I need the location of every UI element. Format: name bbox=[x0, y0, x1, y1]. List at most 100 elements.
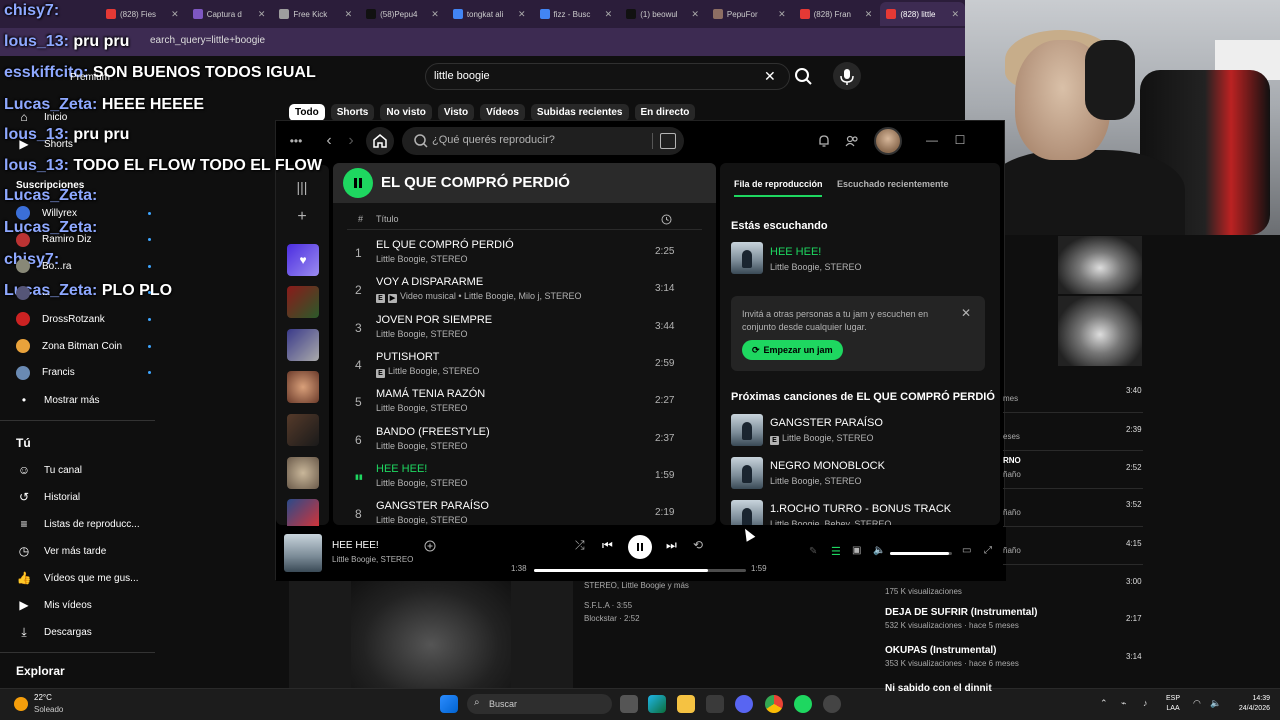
browser-tab[interactable]: (828) Fies ✕ bbox=[100, 2, 185, 26]
tab-close-icon[interactable]: ✕ bbox=[258, 9, 266, 20]
library-item[interactable] bbox=[287, 371, 319, 403]
tab-recently-played[interactable]: Escuchado recientemente bbox=[837, 179, 949, 189]
start-windows-icon[interactable] bbox=[440, 695, 458, 713]
close-icon[interactable]: ✕ bbox=[961, 306, 971, 320]
track-artist[interactable]: Little Boogie, STEREO bbox=[376, 515, 468, 525]
sidebar-item[interactable]: ↺ Historial bbox=[16, 489, 151, 505]
file-explorer-icon[interactable] bbox=[677, 695, 695, 713]
forward-arrow-icon[interactable]: › bbox=[344, 131, 358, 151]
progress-bar[interactable] bbox=[534, 569, 746, 572]
track-artist[interactable]: Little Boogie, STEREO bbox=[376, 441, 468, 451]
tray-volume-icon[interactable]: 🔈 bbox=[1210, 698, 1221, 709]
filter-chip[interactable]: En directo bbox=[634, 104, 696, 121]
shuffle-icon[interactable]: ⤮ bbox=[575, 538, 585, 553]
tab-close-icon[interactable]: ✕ bbox=[778, 9, 786, 20]
friends-activity-icon[interactable] bbox=[844, 133, 860, 149]
browser-tab[interactable]: Captura d ✕ bbox=[187, 2, 272, 26]
add-to-playlist-icon[interactable] bbox=[424, 540, 436, 555]
fullscreen-icon[interactable]: ⤢ bbox=[984, 545, 992, 556]
track-artist[interactable]: Little Boogie, STEREO bbox=[376, 329, 468, 339]
tab-close-icon[interactable]: ✕ bbox=[431, 9, 439, 20]
track-row[interactable]: 8 GANGSTER PARAÍSO Little Boogie, STEREO 2:… bbox=[333, 496, 716, 525]
result-item[interactable]: Ni sabido con el dinnit bbox=[885, 683, 1145, 694]
tray-chevron-icon[interactable]: ⌃ bbox=[1100, 698, 1108, 709]
sidebar-item[interactable]: Bo...ra bbox=[16, 259, 151, 274]
you-header[interactable]: Tú bbox=[16, 436, 31, 450]
track-title[interactable]: HEE HEE! bbox=[376, 463, 427, 475]
tab-close-icon[interactable]: ✕ bbox=[518, 9, 526, 20]
sidebar-item[interactable]: DrossRotzank bbox=[16, 312, 151, 327]
track-artist[interactable]: Little Boogie, STEREO bbox=[376, 403, 468, 413]
address-bar[interactable] bbox=[0, 28, 965, 56]
track-title[interactable]: JOVEN POR SIEMPRE bbox=[376, 314, 492, 326]
clear-search-icon[interactable]: ✕ bbox=[764, 68, 776, 85]
minimize-icon[interactable]: — bbox=[926, 133, 938, 147]
youtube-search-button[interactable] bbox=[790, 63, 820, 90]
lyrics-icon[interactable]: ✎ bbox=[809, 546, 817, 557]
track-row[interactable]: 5 MAMÁ TENIA RAZÓN Little Boogie, STEREO 2:… bbox=[333, 384, 716, 421]
browser-tab[interactable]: PepuFor ✕ bbox=[707, 2, 792, 26]
track-artist[interactable]: Little Boogie, STEREO bbox=[388, 366, 480, 376]
queue-title[interactable]: NEGRO MONOBLOCK bbox=[770, 460, 885, 472]
result-title[interactable]: Ni sabido con el dinnit bbox=[885, 683, 1145, 694]
queue-artist[interactable]: Little Boogie, STEREO bbox=[770, 476, 862, 486]
filter-chip[interactable]: Shorts bbox=[330, 104, 375, 121]
store-icon[interactable] bbox=[706, 695, 724, 713]
sidebar-item[interactable]: Zona Bitman Coin bbox=[16, 339, 151, 353]
tray-mic-icon[interactable]: ♪ bbox=[1143, 698, 1148, 708]
filter-chip[interactable]: Subidas recientes bbox=[530, 104, 629, 121]
youtube-search-input[interactable]: little boogie bbox=[434, 70, 490, 82]
miniplayer-icon[interactable]: ▭ bbox=[962, 545, 971, 556]
settings-icon[interactable] bbox=[823, 695, 841, 713]
sidebar-item[interactable]: ≡ Listas de reproducc... bbox=[16, 516, 151, 532]
now-listening-title[interactable]: HEE HEE! bbox=[770, 246, 821, 258]
track-artist[interactable]: Little Boogie, STEREO bbox=[376, 254, 468, 264]
sidebar-item[interactable]: ▶ Mis vídeos bbox=[16, 597, 151, 613]
library-item[interactable] bbox=[287, 457, 319, 489]
library-item[interactable] bbox=[287, 414, 319, 446]
result-thumbnail[interactable] bbox=[1058, 236, 1142, 294]
tray-network-icon[interactable]: ⌁ bbox=[1121, 698, 1126, 709]
queue-cover[interactable] bbox=[731, 414, 763, 446]
result-title[interactable]: DEJA DE SUFRIR (Instrumental) bbox=[885, 607, 1145, 618]
repeat-icon[interactable]: ⟲ bbox=[693, 538, 703, 552]
discord-icon[interactable] bbox=[735, 695, 753, 713]
now-playing-cover[interactable] bbox=[284, 534, 322, 572]
volume-slider[interactable] bbox=[890, 552, 952, 555]
track-title[interactable]: PUTISHORT bbox=[376, 351, 439, 363]
queue-icon[interactable]: ☰ bbox=[831, 545, 841, 558]
queue-title[interactable]: GANGSTER PARAÍSO bbox=[770, 417, 883, 429]
track-row[interactable]: 3 JOVEN POR SIEMPRE Little Boogie, STEREO 3… bbox=[333, 310, 716, 347]
result-thumbnail[interactable] bbox=[1058, 296, 1142, 366]
browser-tab[interactable]: Free Kick ✕ bbox=[273, 2, 358, 26]
now-listening-artist[interactable]: Little Boogie, STEREO bbox=[770, 262, 862, 272]
sidebar-item[interactable]: ◷ Ver más tarde bbox=[16, 543, 151, 559]
maximize-icon[interactable]: ☐ bbox=[954, 133, 966, 147]
column-title-header[interactable]: Título bbox=[376, 214, 399, 224]
result-item[interactable]: DEJA DE SUFRIR (Instrumental) 532 K visua… bbox=[885, 607, 1145, 630]
weather-condition[interactable]: Soleado bbox=[34, 705, 63, 714]
pause-button[interactable] bbox=[343, 168, 373, 198]
tab-close-icon[interactable]: ✕ bbox=[171, 9, 179, 20]
address-url[interactable]: earch_query=little+boogie bbox=[150, 35, 265, 46]
now-playing-title[interactable]: HEE HEE! bbox=[332, 540, 379, 551]
tab-close-icon[interactable]: ✕ bbox=[865, 9, 873, 20]
browser-tab[interactable]: (58)Pepu4 ✕ bbox=[360, 2, 445, 26]
tab-close-icon[interactable]: ✕ bbox=[951, 9, 959, 20]
library-item[interactable] bbox=[287, 286, 319, 318]
track-row[interactable]: 2 VOY A DISPARARME E ▶ Video musical • Littl… bbox=[333, 272, 716, 309]
spotify-icon[interactable] bbox=[794, 695, 812, 713]
result-item[interactable]: 175 K visualizaciones bbox=[885, 584, 1145, 596]
result-title[interactable]: OKUPAS (Instrumental) bbox=[885, 645, 1145, 656]
volume-icon[interactable]: 🔈 bbox=[873, 545, 885, 556]
sidebar-item[interactable]: • Mostrar más bbox=[16, 392, 151, 408]
queue-artist[interactable]: Little Boogie, STEREO bbox=[782, 433, 874, 443]
weather-sun-icon[interactable] bbox=[14, 697, 28, 711]
more-options-icon[interactable]: ••• bbox=[288, 133, 304, 149]
filter-chip[interactable]: Todo bbox=[289, 104, 325, 121]
task-view-icon[interactable] bbox=[620, 695, 638, 713]
weather-temp[interactable]: 22°C bbox=[34, 693, 52, 702]
spotify-search-input[interactable]: ¿Qué querés reproducir? bbox=[432, 134, 555, 146]
browse-icon[interactable] bbox=[660, 133, 676, 149]
sidebar-item[interactable]: Francis bbox=[16, 365, 151, 380]
